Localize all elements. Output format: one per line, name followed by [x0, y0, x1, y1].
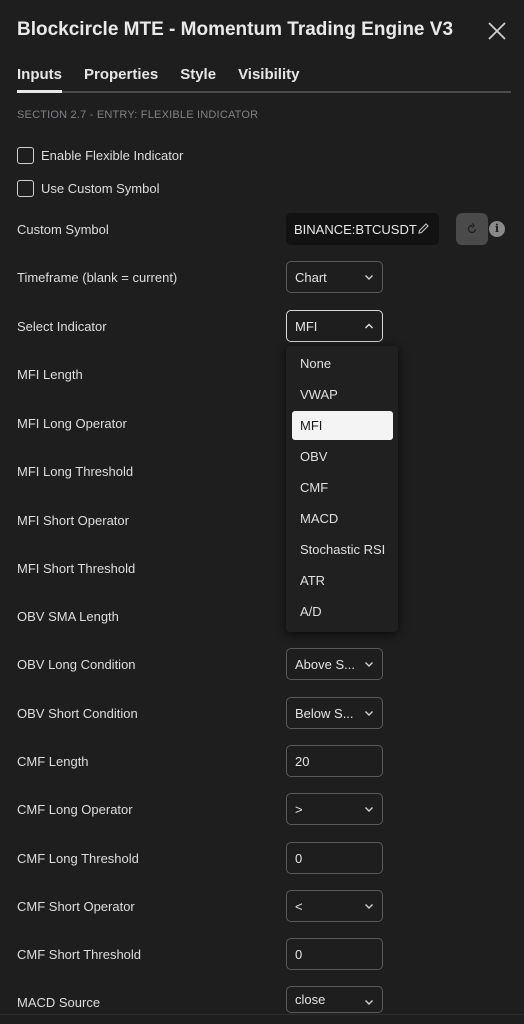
cmf-length-label: CMF Length [17, 754, 89, 769]
chevron-down-icon [365, 662, 373, 667]
horizontal-scrollbar[interactable] [0, 1014, 524, 1024]
cmf-long-operator-select[interactable]: > [286, 793, 383, 825]
cmf-length-value: 20 [295, 753, 310, 769]
use-custom-symbol-checkbox[interactable]: Use Custom Symbol [17, 180, 159, 197]
obv-short-condition-value: Below S... [295, 705, 354, 721]
dropdown-option-ad[interactable]: A/D [292, 597, 393, 626]
enable-flexible-indicator-checkbox[interactable]: Enable Flexible Indicator [17, 147, 183, 164]
chevron-down-icon [365, 807, 373, 812]
cmf-long-threshold-label: CMF Long Threshold [17, 851, 139, 866]
dropdown-option-vwap[interactable]: VWAP [292, 380, 393, 409]
select-indicator-select[interactable]: MFI [286, 310, 383, 342]
chevron-down-icon [365, 711, 373, 716]
cmf-long-operator-value: > [295, 801, 303, 817]
mfi-short-operator-label: MFI Short Operator [17, 513, 129, 528]
cmf-long-threshold-input[interactable]: 0 [286, 842, 383, 874]
mfi-short-threshold-label: MFI Short Threshold [17, 561, 136, 576]
pencil-icon[interactable] [417, 222, 430, 235]
dropdown-option-macd[interactable]: MACD [292, 504, 393, 533]
custom-symbol-value: BINANCE:BTCUSDT [294, 221, 417, 237]
cmf-length-input[interactable]: 20 [286, 745, 383, 777]
close-icon[interactable] [486, 20, 508, 42]
cmf-short-threshold-value: 0 [295, 946, 303, 962]
macd-source-select[interactable]: close [286, 986, 383, 1013]
obv-long-condition-select[interactable]: Above S... [286, 648, 383, 680]
cmf-long-operator-label: CMF Long Operator [17, 802, 133, 817]
tab-style[interactable]: Style [180, 66, 216, 83]
checkbox-box[interactable] [17, 147, 34, 164]
section-heading: SECTION 2.7 - ENTRY: FLEXIBLE INDICATOR [17, 109, 259, 121]
dropdown-option-mfi[interactable]: MFI [292, 411, 393, 440]
mfi-length-label: MFI Length [17, 367, 83, 382]
cmf-long-threshold-value: 0 [295, 850, 303, 866]
select-indicator-value: MFI [295, 318, 318, 334]
macd-source-label: MACD Source [17, 995, 101, 1010]
cmf-short-operator-label: CMF Short Operator [17, 899, 135, 914]
timeframe-select[interactable]: Chart [286, 261, 383, 293]
chevron-down-icon [365, 904, 373, 909]
reset-button[interactable] [456, 213, 488, 245]
custom-symbol-label: Custom Symbol [17, 222, 109, 237]
timeframe-label: Timeframe (blank = current) [17, 270, 178, 285]
mfi-long-operator-label: MFI Long Operator [17, 416, 127, 431]
cmf-short-threshold-input[interactable]: 0 [286, 938, 383, 970]
mfi-long-threshold-label: MFI Long Threshold [17, 464, 134, 479]
tab-properties[interactable]: Properties [84, 66, 158, 83]
dropdown-option-none[interactable]: None [292, 349, 393, 378]
checkbox-label: Enable Flexible Indicator [41, 148, 184, 163]
custom-symbol-field[interactable]: BINANCE:BTCUSDT [286, 213, 439, 245]
indicator-dropdown-menu: None VWAP MFI OBV CMF MACD Stochastic RS… [286, 346, 398, 632]
dropdown-option-atr[interactable]: ATR [292, 566, 393, 595]
tab-visibility[interactable]: Visibility [238, 66, 299, 83]
dropdown-option-stochastic-rsi[interactable]: Stochastic RSI [292, 535, 393, 564]
info-icon[interactable]: i [489, 221, 505, 237]
tab-inputs[interactable]: Inputs [17, 66, 62, 83]
obv-short-condition-select[interactable]: Below S... [286, 697, 383, 729]
active-tab-indicator [17, 90, 62, 93]
obv-short-condition-label: OBV Short Condition [17, 706, 138, 721]
tab-bar: Inputs Properties Style Visibility [17, 66, 321, 83]
cmf-short-operator-value: < [295, 898, 303, 914]
obv-sma-length-label: OBV SMA Length [17, 609, 119, 624]
tab-divider [17, 91, 511, 93]
select-indicator-label: Select Indicator [17, 319, 107, 334]
chevron-up-icon [365, 323, 373, 329]
timeframe-value: Chart [295, 269, 327, 285]
reset-icon [467, 223, 477, 234]
chevron-down-icon [365, 1000, 373, 1005]
checkbox-label: Use Custom Symbol [41, 181, 160, 196]
dropdown-option-obv[interactable]: OBV [292, 442, 393, 471]
cmf-short-threshold-label: CMF Short Threshold [17, 947, 142, 962]
dropdown-option-cmf[interactable]: CMF [292, 473, 393, 502]
checkbox-box[interactable] [17, 180, 34, 197]
obv-long-condition-label: OBV Long Condition [17, 657, 136, 672]
obv-long-condition-value: Above S... [295, 656, 355, 672]
macd-source-value: close [295, 992, 326, 1007]
dialog-title: Blockcircle MTE - Momentum Trading Engin… [17, 19, 454, 40]
chevron-down-icon [365, 275, 373, 280]
cmf-short-operator-select[interactable]: < [286, 890, 383, 922]
